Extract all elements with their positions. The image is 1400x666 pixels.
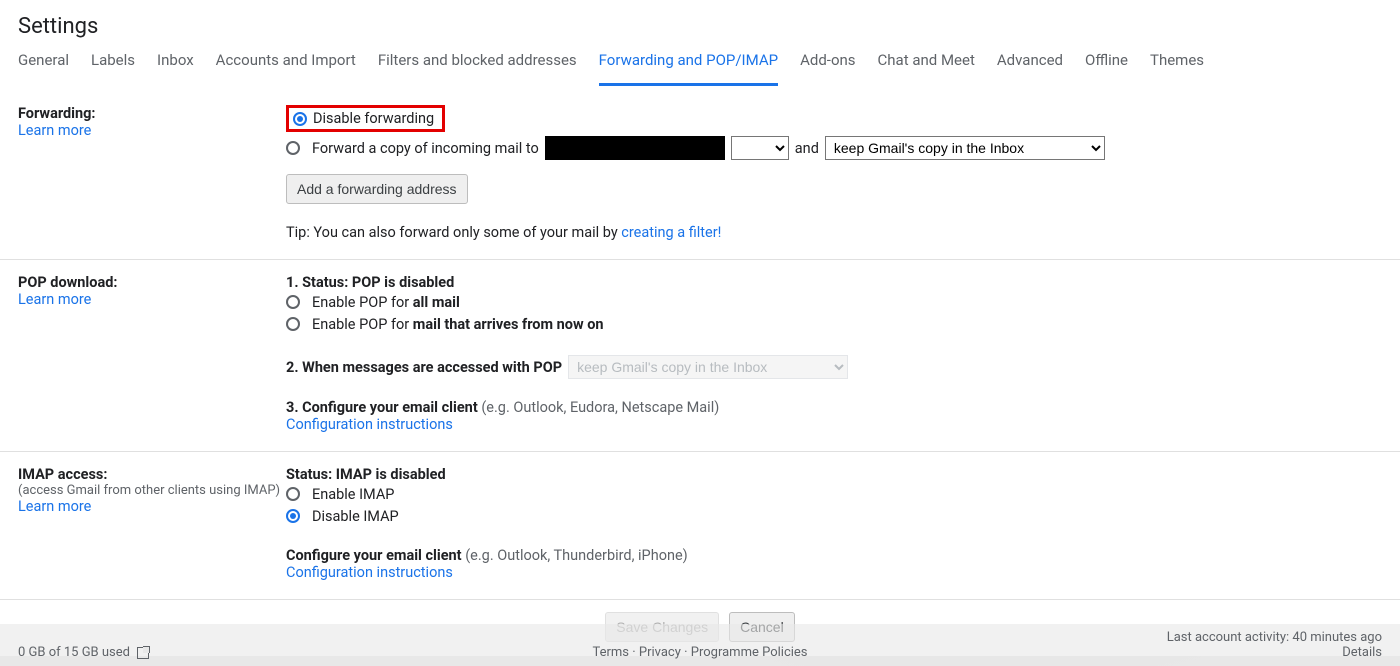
page-title: Settings: [0, 0, 1400, 51]
imap-enable-label: Enable IMAP: [312, 486, 394, 503]
disable-forwarding-label: Disable forwarding: [313, 110, 434, 127]
pop-enable-now-prefix: Enable POP for: [312, 316, 413, 333]
forward-address-redacted: [545, 136, 725, 160]
forward-action-select[interactable]: keep Gmail's copy in the Inbox: [825, 136, 1105, 160]
forwarding-learn-more-link[interactable]: Learn more: [18, 122, 91, 139]
pop-status-value: POP is disabled: [352, 274, 454, 291]
pop-configure-hint: (e.g. Outlook, Eudora, Netscape Mail): [481, 399, 719, 416]
programme-policies-link[interactable]: Programme Policies: [691, 645, 808, 660]
imap-configure-hint: (e.g. Outlook, Thunderbird, iPhone): [465, 547, 688, 564]
details-link[interactable]: Details: [1342, 645, 1382, 660]
section-pop: POP download: Learn more 1. Status: POP …: [0, 260, 1400, 452]
footer-activity: Last account activity: 40 minutes ago De…: [1167, 630, 1382, 660]
tab-general[interactable]: General: [18, 51, 69, 83]
add-forwarding-address-button[interactable]: Add a forwarding address: [286, 174, 468, 204]
pop-enable-now-radio[interactable]: [286, 317, 300, 331]
pop-learn-more-link[interactable]: Learn more: [18, 291, 91, 308]
tab-add-ons[interactable]: Add-ons: [800, 51, 855, 83]
open-in-new-icon[interactable]: [137, 647, 149, 659]
pop-enable-all-radio[interactable]: [286, 295, 300, 309]
forwarding-heading: Forwarding:: [18, 105, 286, 122]
pop-enable-all-bold: all mail: [413, 294, 460, 311]
imap-disable-label: Disable IMAP: [312, 508, 399, 525]
section-imap: IMAP access: (access Gmail from other cl…: [0, 452, 1400, 600]
imap-status-value: IMAP is disabled: [336, 466, 446, 483]
and-label: and: [795, 140, 819, 157]
pop-config-instructions-link[interactable]: Configuration instructions: [286, 416, 453, 433]
section-forwarding: Forwarding: Learn more Disable forwardin…: [0, 91, 1400, 260]
last-activity-text: Last account activity: 40 minutes ago: [1167, 630, 1382, 645]
tab-accounts-and-import[interactable]: Accounts and Import: [216, 51, 356, 83]
tab-chat-and-meet[interactable]: Chat and Meet: [878, 51, 975, 83]
create-filter-link[interactable]: creating a filter!: [621, 224, 721, 241]
imap-heading: IMAP access:: [18, 466, 286, 483]
imap-enable-radio[interactable]: [286, 487, 300, 501]
tab-offline[interactable]: Offline: [1085, 51, 1128, 83]
tab-advanced[interactable]: Advanced: [997, 51, 1063, 83]
pop-action-select: keep Gmail's copy in the Inbox: [568, 355, 848, 379]
tab-filters-and-blocked-addresses[interactable]: Filters and blocked addresses: [378, 51, 577, 83]
imap-config-instructions-link[interactable]: Configuration instructions: [286, 564, 453, 581]
pop-enable-now-bold: mail that arrives from now on: [413, 316, 604, 333]
pop-when-accessed-label: 2. When messages are accessed with POP: [286, 359, 562, 376]
privacy-link[interactable]: Privacy: [639, 645, 681, 660]
imap-status-prefix: Status:: [286, 466, 336, 483]
footer-links: Terms · Privacy · Programme Policies: [592, 645, 807, 660]
imap-configure-prefix: Configure your email client: [286, 547, 465, 564]
pop-heading: POP download:: [18, 274, 286, 291]
terms-link[interactable]: Terms: [592, 645, 629, 660]
tab-labels[interactable]: Labels: [91, 51, 135, 83]
tab-inbox[interactable]: Inbox: [157, 51, 194, 83]
settings-tabs: General Labels Inbox Accounts and Import Fil…: [0, 51, 1400, 91]
pop-enable-all-prefix: Enable POP for: [312, 294, 413, 311]
imap-learn-more-link[interactable]: Learn more: [18, 498, 91, 515]
pop-configure-prefix: 3. Configure your email client: [286, 399, 481, 416]
forward-address-select[interactable]: [731, 136, 789, 160]
footer: 0 GB of 15 GB used Terms · Privacy · Pro…: [0, 624, 1400, 666]
tab-forwarding-and-pop-imap[interactable]: Forwarding and POP/IMAP: [599, 51, 778, 86]
disable-forwarding-radio[interactable]: [293, 112, 307, 126]
disable-forwarding-highlight: Disable forwarding: [286, 105, 445, 132]
pop-status-prefix: 1. Status:: [286, 274, 352, 291]
imap-disable-radio[interactable]: [286, 509, 300, 523]
imap-sub: (access Gmail from other clients using I…: [18, 483, 286, 498]
forwarding-tip-text: Tip: You can also forward only some of y…: [286, 224, 621, 241]
forward-copy-label: Forward a copy of incoming mail to: [312, 140, 539, 157]
forward-copy-radio[interactable]: [286, 141, 300, 155]
tab-themes[interactable]: Themes: [1150, 51, 1204, 83]
settings-panel: Settings General Labels Inbox Accounts and …: [0, 0, 1400, 656]
storage-usage: 0 GB of 15 GB used: [18, 645, 149, 660]
